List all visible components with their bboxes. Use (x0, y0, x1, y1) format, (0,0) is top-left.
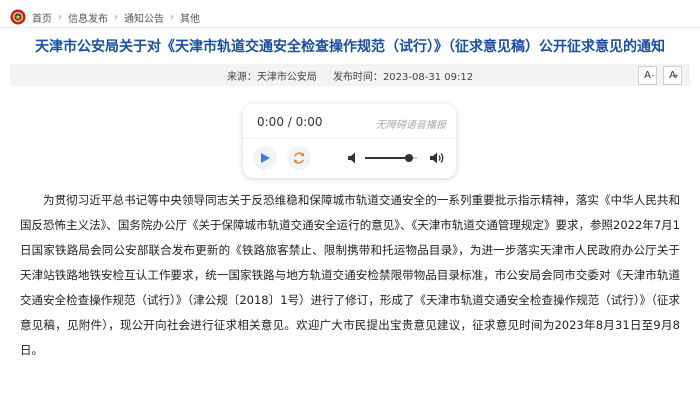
article-body: 为贯彻习近平总书记等中央领导同志关于反恐维稳和保障城市轨道交通安全的一系列重要批… (20, 193, 680, 357)
date-label: 发布时间： (332, 71, 383, 83)
font-increase-button[interactable]: A + (663, 66, 682, 85)
accessibility-audio-label: 无障碍语音播报 (376, 120, 446, 131)
breadcrumb-separator: › (58, 11, 62, 23)
breadcrumb-separator: › (114, 11, 118, 23)
breadcrumb-info-release[interactable]: 信息发布 (68, 10, 108, 25)
breadcrumb: 首页 › 信息发布 › 通知公告 › 其他 (10, 8, 690, 26)
breadcrumb-other[interactable]: 其他 (180, 10, 200, 25)
breadcrumb-separator: › (170, 11, 174, 23)
volume-high-icon[interactable] (429, 151, 445, 165)
article-meta-bar: 来源：天津市公安局 发布时间：2023-08-31 09:12 A- A + (10, 64, 690, 86)
source-label: 来源： (226, 71, 257, 83)
play-button[interactable] (253, 146, 277, 170)
play-icon (261, 153, 270, 163)
breadcrumb-divider (0, 27, 700, 28)
source-value: 天津市公安局 (256, 71, 317, 83)
font-size-tools: A- A + (638, 66, 682, 85)
breadcrumb-notices[interactable]: 通知公告 (124, 10, 164, 25)
source-info: 来源：天津市公安局 (227, 68, 317, 83)
publish-date-info: 发布时间：2023-08-31 09:12 (333, 68, 473, 83)
volume-knob[interactable] (405, 154, 414, 162)
font-increase-sup: + (673, 72, 679, 80)
page: 首页 › 信息发布 › 通知公告 › 其他 天津市公安局关于对《天津市轨道交通安… (0, 0, 700, 404)
player-divider (243, 138, 456, 139)
audio-player: 0:00 / 0:00 无障碍语音播报 (243, 104, 456, 178)
police-emblem-icon (10, 9, 26, 25)
loop-button[interactable] (287, 146, 311, 170)
volume-low-icon[interactable] (347, 151, 359, 165)
font-decrease-sup: - (651, 72, 654, 80)
volume-fill (365, 157, 410, 159)
date-value: 2023-08-31 09:12 (382, 71, 474, 83)
font-decrease-label: A (644, 70, 651, 81)
page-title: 天津市公安局关于对《天津市轨道交通安全检查操作规范（试行）》（征求意见稿）公开征… (35, 39, 665, 55)
loop-icon (293, 152, 305, 164)
breadcrumb-home[interactable]: 首页 (32, 10, 52, 25)
playback-time: 0:00 / 0:00 (257, 115, 323, 129)
volume-slider[interactable] (365, 154, 417, 162)
font-decrease-button[interactable]: A- (638, 66, 657, 85)
